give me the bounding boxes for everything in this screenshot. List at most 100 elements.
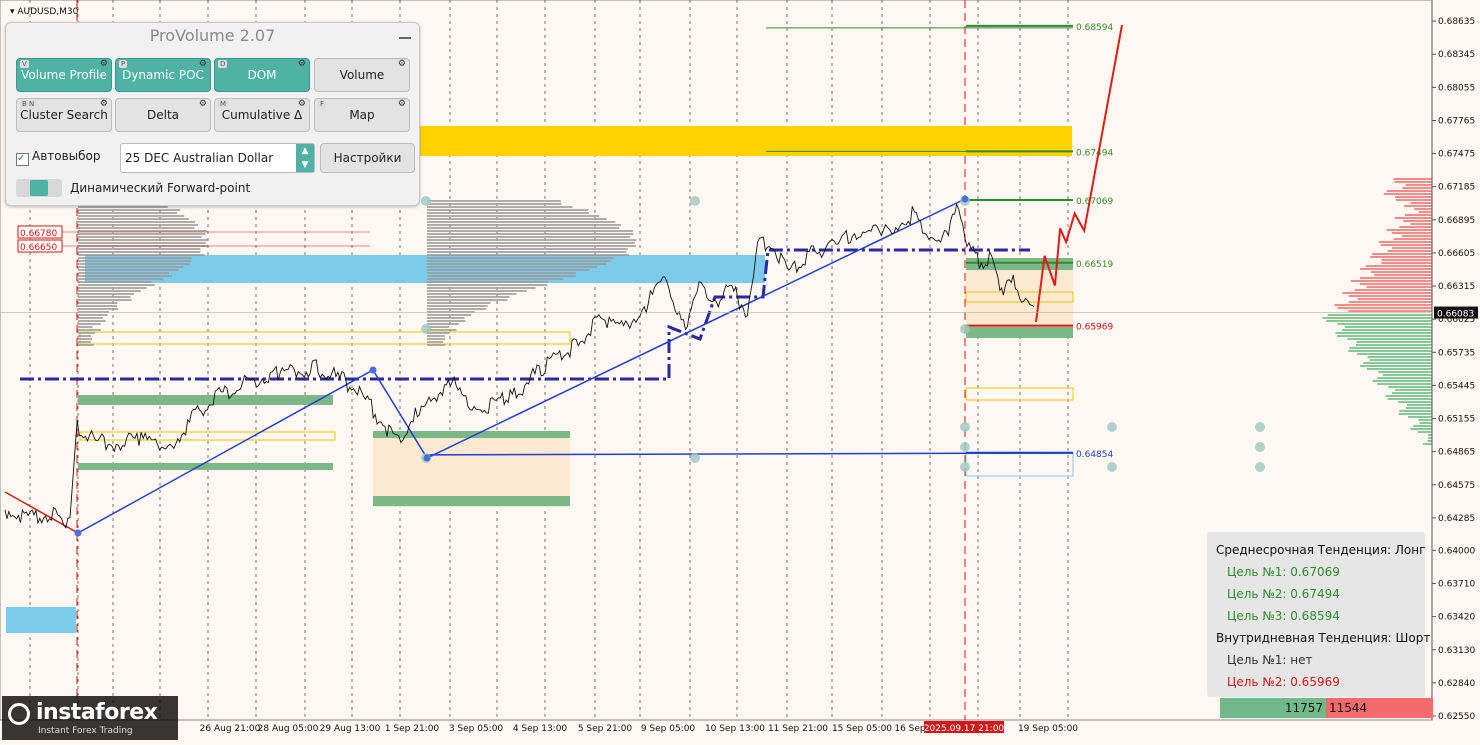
- panel-button-3[interactable]: ⚙ Volume: [314, 58, 410, 92]
- y-tick-label: 0.68635: [1438, 17, 1475, 27]
- panel-button-5[interactable]: ⚙ Delta: [115, 98, 211, 132]
- buy-volume: 11757: [1220, 698, 1326, 718]
- profile-bar-sell: [1348, 310, 1432, 312]
- y-tick-label: 0.62840: [1438, 679, 1475, 689]
- anchor-dot: [1255, 442, 1265, 452]
- x-tick-label: 5 Sep 21:00: [578, 724, 633, 734]
- profile-bar: [78, 296, 131, 298]
- profile-bar-sell: [1394, 181, 1432, 183]
- profile-bar: [427, 236, 631, 238]
- gear-icon[interactable]: ⚙: [398, 99, 406, 109]
- panel-button-7[interactable]: F ⚙ Map: [314, 98, 410, 132]
- panel-button-6[interactable]: M ⚙ Cumulative Δ: [214, 98, 310, 132]
- profile-bar: [78, 263, 190, 265]
- profile-bar-sell: [1387, 250, 1432, 252]
- profile-bar-buy: [1367, 356, 1432, 358]
- profile-bar: [427, 200, 561, 202]
- profile-bar-sell: [1380, 244, 1432, 246]
- gear-icon[interactable]: ⚙: [100, 99, 108, 109]
- profile-bar-sell: [1391, 232, 1432, 234]
- x-tick-label: 29 Aug 13:00: [320, 724, 381, 734]
- profile-bar: [427, 248, 628, 250]
- profile-bar-sell: [1334, 304, 1432, 306]
- profile-bar: [427, 323, 459, 325]
- y-tick-label: 0.68345: [1438, 50, 1475, 60]
- forward-point-toggle[interactable]: [16, 179, 62, 197]
- level-label: 0.65969: [1076, 323, 1113, 333]
- settings-button[interactable]: Настройки: [320, 143, 415, 173]
- gear-icon[interactable]: ⚙: [199, 59, 207, 69]
- profile-bar-buy: [1344, 326, 1432, 328]
- spinner-icon[interactable]: ▲ ▼: [296, 144, 314, 172]
- panel-button-1[interactable]: P ⚙ Dynamic POC: [115, 58, 211, 92]
- y-tick-label: 0.68055: [1438, 83, 1475, 93]
- profile-bar-buy: [1378, 371, 1432, 373]
- panel-button-label: DOM: [247, 68, 277, 82]
- profile-bar-sell: [1402, 187, 1432, 189]
- profile-bar-sell: [1394, 217, 1432, 219]
- volume-balance-bar: 11757 11544: [1220, 698, 1433, 718]
- anchor-dot: [690, 196, 700, 206]
- anchor-dot: [960, 442, 970, 452]
- profile-bar: [427, 221, 616, 223]
- forward-point-label: Динамический Forward-point: [70, 181, 251, 195]
- minimize-icon[interactable]: [399, 37, 411, 39]
- profile-bar-buy: [1387, 398, 1432, 400]
- gear-icon[interactable]: ⚙: [398, 59, 406, 69]
- pivot-dot: [74, 529, 82, 537]
- profile-bar-sell: [1386, 229, 1432, 231]
- profile-bar: [78, 248, 201, 250]
- profile-bar: [78, 254, 205, 256]
- profile-bar-buy: [1417, 431, 1432, 433]
- profile-bar: [427, 344, 446, 346]
- profile-bar: [78, 278, 164, 280]
- profile-bar-buy: [1382, 374, 1432, 376]
- intra-target-1: Цель №1: нет: [1227, 653, 1313, 667]
- profile-bar-buy: [1366, 368, 1432, 370]
- y-tick-label: 0.65735: [1438, 348, 1475, 358]
- profile-bar: [427, 275, 576, 277]
- mid-target-3: Цель №3: 0.68594: [1227, 609, 1340, 623]
- profile-bar: [78, 215, 185, 217]
- y-tick-label: 0.64285: [1438, 514, 1475, 524]
- y-tick-label: 0.67185: [1438, 183, 1475, 193]
- profile-bar: [78, 209, 181, 211]
- profile-bar-buy: [1363, 362, 1432, 364]
- gear-icon[interactable]: ⚙: [298, 59, 306, 69]
- gear-icon[interactable]: ⚙: [199, 99, 207, 109]
- pivot-dot: [369, 366, 377, 374]
- profile-bar-sell: [1365, 265, 1432, 267]
- instrument-select[interactable]: 25 DEC Australian Dollar ▲ ▼: [120, 143, 315, 173]
- gear-icon[interactable]: ⚙: [298, 99, 306, 109]
- profile-bar: [427, 272, 577, 274]
- profile-bar: [78, 314, 108, 316]
- brand-tagline: Instant Forex Trading: [38, 726, 133, 736]
- profile-bar-buy: [1385, 395, 1432, 397]
- panel-button-4[interactable]: B N ⚙ Cluster Search: [16, 98, 112, 132]
- profile-bar-sell: [1354, 289, 1432, 291]
- panel-button-label: Volume Profile: [21, 68, 107, 82]
- gear-icon[interactable]: ⚙: [100, 59, 108, 69]
- y-tick-label: 0.62550: [1438, 712, 1475, 722]
- panel-button-0[interactable]: V ⚙ Volume Profile: [16, 58, 112, 92]
- profile-bar-buy: [1356, 341, 1432, 343]
- panel-button-2[interactable]: D ⚙ DOM: [214, 58, 310, 92]
- profile-bar: [427, 287, 536, 289]
- profile-bar-sell: [1391, 247, 1432, 249]
- profile-bar: [427, 233, 634, 235]
- profile-bar: [427, 320, 466, 322]
- profile-bar: [78, 290, 141, 292]
- profile-bar-buy: [1391, 392, 1432, 394]
- profile-bar: [78, 308, 119, 310]
- pivot-dot: [961, 195, 969, 203]
- profile-bar-sell: [1386, 190, 1432, 192]
- profile-bar-buy: [1418, 419, 1432, 421]
- profile-bar: [427, 299, 508, 301]
- panel-button-label: Delta: [146, 108, 179, 122]
- profile-bar: [427, 290, 527, 292]
- profile-bar: [78, 326, 93, 328]
- profile-bar: [78, 302, 118, 304]
- auto-select-checkbox[interactable]: ✓ Автовыбор: [16, 149, 101, 166]
- profile-bar: [427, 296, 510, 298]
- anchor-dot: [1107, 422, 1117, 432]
